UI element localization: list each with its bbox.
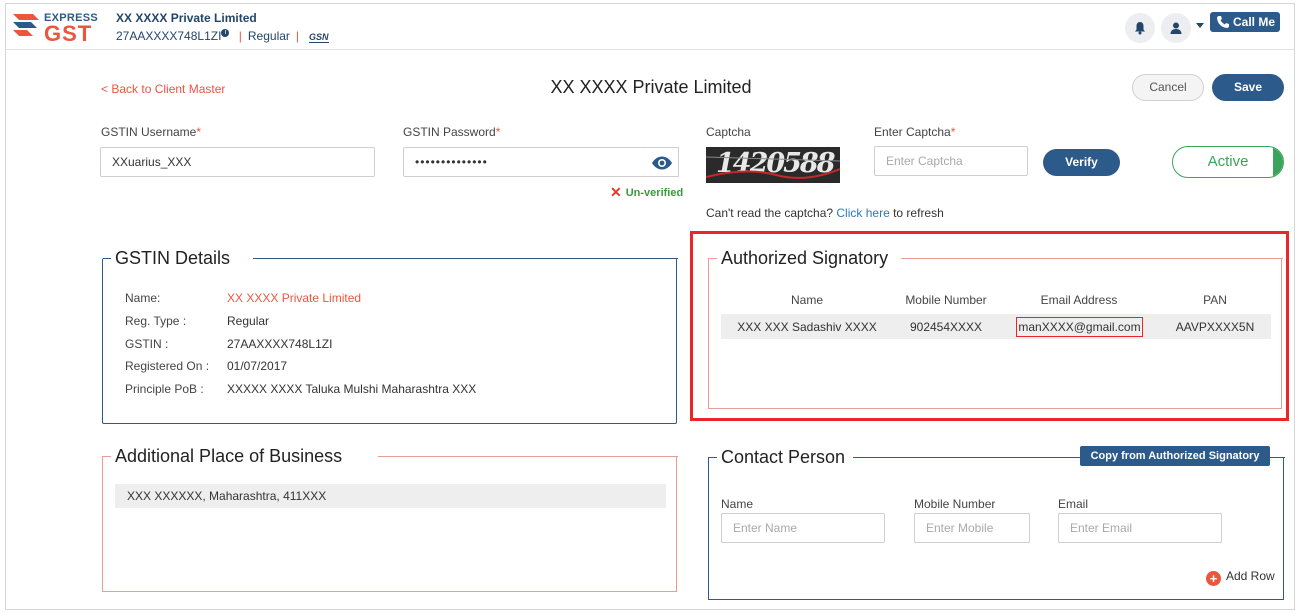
detail-label: Registered On :: [125, 359, 210, 373]
verify-button[interactable]: Verify: [1043, 149, 1120, 176]
captcha-refresh-hint: Can't read the captcha? Click here to re…: [706, 206, 944, 220]
gsn-badge-icon: GSN: [309, 32, 329, 43]
close-icon: ✕: [610, 184, 622, 200]
detail-value-registered-on: 01/07/2017: [227, 359, 288, 373]
captcha-noise-icon: [706, 156, 840, 179]
active-status-toggle[interactable]: Active: [1172, 146, 1284, 178]
header-reg-type: Regular: [247, 29, 290, 43]
toggle-knob: [1273, 147, 1283, 177]
gstin-username-label: GSTIN Username*: [101, 125, 202, 139]
header-gstin: 27AAXXXX748L1ZI: [116, 29, 222, 43]
detail-value-gstin: 27AAXXXX748L1ZI: [227, 337, 333, 351]
active-status-label: Active: [1207, 153, 1249, 170]
contact-name-input[interactable]: Enter Name: [721, 513, 885, 543]
logo-text-bottom: GST: [44, 21, 93, 46]
column-header-pan: PAN: [1203, 293, 1227, 307]
call-me-label: Call Me: [1233, 15, 1276, 29]
enter-captcha-label: Enter Captcha*: [874, 125, 956, 139]
signatory-pan: AAVPXXXX5N: [1175, 320, 1255, 334]
copy-from-signatory-button[interactable]: Copy from Authorized Signatory: [1080, 446, 1270, 466]
app-header: EXPRESS GST XX XXXX Private Limited 27AA…: [5, 3, 1295, 50]
additional-place-title: Additional Place of Business: [111, 446, 347, 467]
contact-mobile-label: Mobile Number: [914, 497, 996, 511]
user-menu-button[interactable]: [1161, 13, 1191, 43]
eye-icon: [652, 156, 672, 170]
notifications-button[interactable]: [1125, 13, 1155, 43]
gstin-details-panel: GSTIN Details Name: XX XXXX Private Limi…: [102, 248, 678, 424]
additional-place-panel: Additional Place of Business XXX XXXXXX,…: [102, 446, 678, 592]
header-separator: |: [295, 29, 300, 43]
list-item[interactable]: XXX XXXXXX, Maharashtra, 411XXX: [115, 484, 666, 508]
bell-icon: [1135, 22, 1145, 35]
unverified-status: ✕ Un-verified: [610, 184, 684, 200]
info-icon[interactable]: i: [221, 29, 230, 37]
gstin-password-input[interactable]: ••••••••••••••: [403, 147, 646, 177]
logo-mark-icon: [13, 14, 39, 36]
column-header-name: Name: [790, 293, 823, 307]
captcha-label: Captcha: [706, 125, 751, 139]
contact-name-label: Name: [721, 497, 754, 511]
express-gst-logo[interactable]: EXPRESS GST: [13, 10, 103, 46]
plus-icon: +: [1206, 571, 1221, 586]
user-icon: [1170, 22, 1182, 34]
contact-mobile-input[interactable]: Enter Mobile: [914, 513, 1030, 543]
chevron-down-icon[interactable]: [1196, 23, 1204, 28]
gstin-password-label: GSTIN Password*: [403, 125, 501, 139]
header-gstin-line: 27AAXXXX748L1ZI i | Regular | GSN: [116, 29, 329, 43]
column-header-mobile: Mobile Number: [905, 293, 987, 307]
show-password-button[interactable]: [645, 147, 679, 177]
detail-label: GSTIN :: [125, 337, 169, 351]
page-title: XX XXXX Private Limited: [550, 77, 752, 97]
phone-icon: [1217, 16, 1229, 28]
signatory-mobile: 902454XXXX: [909, 320, 983, 334]
captcha-refresh-link[interactable]: Click here: [836, 206, 889, 220]
signatory-name: XXX XXX Sadashiv XXXX: [737, 320, 877, 334]
contact-person-title: Contact Person: [717, 447, 850, 468]
captcha-input[interactable]: Enter Captcha: [874, 146, 1028, 176]
header-separator: |: [238, 29, 242, 43]
authorized-signatory-panel: Authorized Signatory Name Mobile Number …: [708, 248, 1283, 409]
table-row[interactable]: XXX XXX Sadashiv XXXX 902454XXXX manXXXX…: [721, 314, 1271, 339]
add-row-button[interactable]: + Add Row: [1206, 569, 1275, 586]
captcha-image: 1420588: [706, 147, 840, 183]
cancel-button[interactable]: Cancel: [1132, 74, 1204, 101]
column-header-email: Email Address: [1040, 293, 1118, 307]
call-me-button[interactable]: Call Me: [1210, 12, 1280, 32]
detail-label: Reg. Type :: [125, 314, 187, 328]
detail-value-principle-pob: XXXXX XXXX Taluka Mulshi Maharashtra XXX: [227, 382, 477, 396]
signatory-email: manXXXX@gmail.com: [1016, 317, 1143, 337]
gstin-username-input[interactable]: XXuarius_XXX: [100, 147, 375, 177]
detail-value-reg-type: Regular: [227, 314, 270, 328]
gstin-details-title: GSTIN Details: [111, 248, 235, 269]
contact-email-input[interactable]: Enter Email: [1058, 513, 1222, 543]
contact-person-panel: Contact Person Name Enter Name Mobile Nu…: [708, 447, 1285, 600]
contact-email-label: Email: [1058, 497, 1089, 511]
save-button[interactable]: Save: [1212, 74, 1284, 101]
detail-label: Principle PoB :: [125, 382, 204, 396]
authorized-signatory-title: Authorized Signatory: [717, 248, 893, 269]
detail-label: Name:: [125, 291, 161, 305]
detail-value-name: XX XXXX Private Limited: [227, 291, 362, 305]
header-company-name: XX XXXX Private Limited: [116, 11, 257, 25]
